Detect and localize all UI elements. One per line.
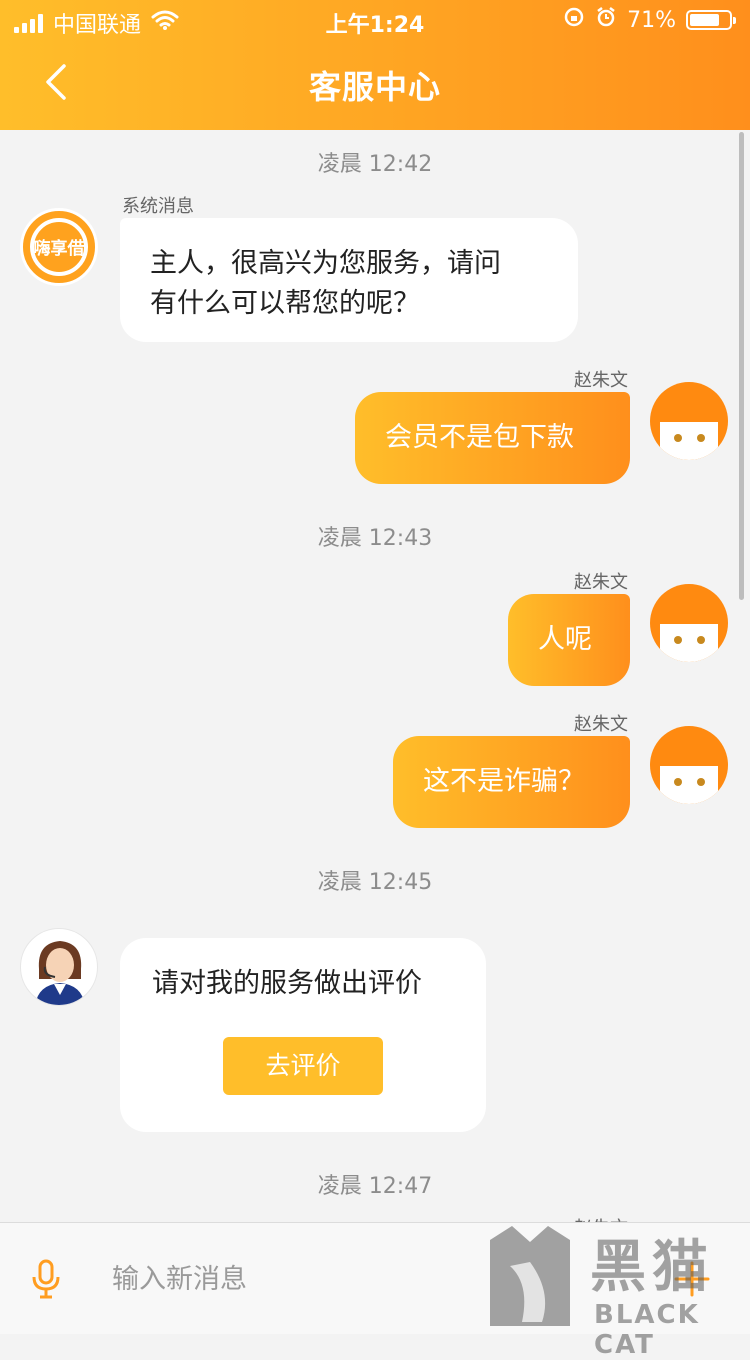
user-avatar [650, 726, 728, 804]
rating-prompt: 请对我的服务做出评价 [152, 968, 422, 999]
message-text: 会员不是包下款 [385, 422, 574, 453]
cat-logo-icon [490, 1226, 570, 1326]
header: 中国联通 上午1:24 71% 客服中心 [0, 0, 750, 130]
chat-area[interactable]: 凌晨 12:42 嗨享借 系统消息 主人，很高兴为您服务，请问 有什么可以帮您的… [0, 130, 750, 1222]
status-right: 71% [563, 6, 736, 34]
timestamp: 凌晨 12:45 [317, 870, 433, 895]
battery-percent: 71% [627, 7, 676, 33]
scrollbar[interactable] [739, 132, 744, 600]
message-text: 这不是诈骗？ [423, 766, 585, 797]
message-bubble: 这不是诈骗？ [393, 736, 630, 828]
rotation-lock-icon [563, 6, 585, 34]
voice-button[interactable] [30, 1259, 62, 1303]
message-text: 有什么可以帮您的呢？ [150, 288, 420, 319]
user-avatar [650, 382, 728, 460]
sender-label: 赵朱文 [574, 370, 628, 391]
timestamp: 凌晨 12:47 [317, 1174, 433, 1199]
app-logo-avatar: 嗨享借 [20, 208, 98, 286]
user-avatar [650, 584, 728, 662]
message-text: 主人，很高兴为您服务，请问 [150, 248, 501, 279]
timestamp: 凌晨 12:42 [317, 152, 433, 177]
message-bubble: 人呢 [508, 594, 630, 686]
alarm-icon [595, 6, 617, 34]
battery-icon [686, 10, 736, 30]
microphone-icon [32, 1259, 60, 1299]
page-title: 客服中心 [308, 68, 441, 106]
message-bubble: 会员不是包下款 [355, 392, 630, 484]
agent-icon [35, 941, 85, 1005]
app-logo-icon: 嗨享借 [30, 218, 88, 276]
agent-avatar [20, 928, 98, 1006]
watermark-title: 黑猫 [590, 1235, 714, 1300]
sender-label: 赵朱文 [574, 714, 628, 735]
svg-text:嗨享借: 嗨享借 [34, 238, 85, 259]
rating-card: 请对我的服务做出评价 [120, 938, 486, 1132]
timestamp: 凌晨 12:43 [317, 526, 433, 551]
message-bubble: 主人，很高兴为您服务，请问 有什么可以帮您的呢？ [120, 218, 578, 342]
status-bar: 中国联通 上午1:24 71% [0, 0, 750, 40]
message-text: 人呢 [538, 624, 592, 655]
watermark: 黑猫 BLACK CAT [476, 1218, 750, 1360]
watermark-subtitle: BLACK CAT [594, 1300, 700, 1360]
sender-label: 系统消息 [122, 196, 194, 217]
sender-label: 赵朱文 [574, 572, 628, 593]
rate-button[interactable]: 去评价 [223, 1037, 383, 1095]
